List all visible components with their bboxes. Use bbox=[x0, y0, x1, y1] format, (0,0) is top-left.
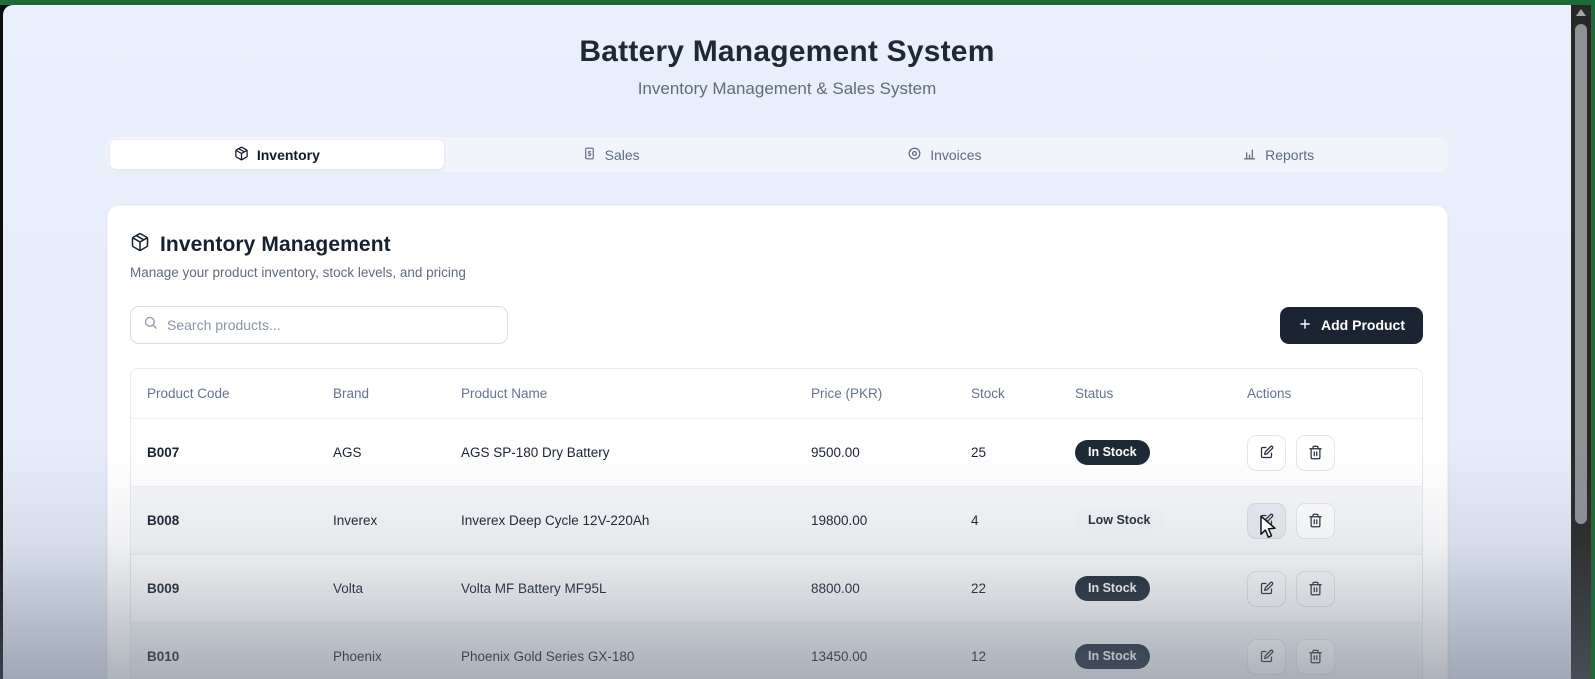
tab-label: Invoices bbox=[930, 146, 982, 163]
cell-product-name: Volta MF Battery MF95L bbox=[461, 581, 607, 596]
status-badge: In Stock bbox=[1075, 576, 1150, 601]
table-row: B010 Phoenix Phoenix Gold Series GX-180 … bbox=[131, 622, 1422, 679]
add-product-label: Add Product bbox=[1321, 317, 1405, 333]
cell-price: 8800.00 bbox=[811, 581, 860, 596]
col-status: Status bbox=[1075, 386, 1114, 401]
window-border-top bbox=[0, 0, 1595, 5]
package-icon bbox=[234, 146, 249, 164]
delete-button[interactable] bbox=[1296, 570, 1335, 607]
toolbar: Add Product bbox=[130, 306, 1423, 344]
plus-icon bbox=[1298, 317, 1312, 334]
cell-product-code: B008 bbox=[147, 513, 180, 528]
search-box bbox=[130, 306, 508, 344]
window-border-right bbox=[1591, 0, 1595, 679]
edit-button[interactable] bbox=[1247, 434, 1286, 471]
bar-chart-icon bbox=[1242, 146, 1257, 164]
table-row: B009 Volta Volta MF Battery MF95L 8800.0… bbox=[131, 554, 1422, 622]
tab-inventory[interactable]: Inventory bbox=[110, 140, 444, 169]
delete-button[interactable] bbox=[1296, 502, 1335, 539]
svg-text:$: $ bbox=[587, 151, 591, 158]
cell-stock: 12 bbox=[971, 649, 987, 664]
search-icon bbox=[143, 315, 158, 335]
col-product-name: Product Name bbox=[461, 386, 548, 401]
col-stock: Stock bbox=[971, 386, 1005, 401]
tab-label: Sales bbox=[604, 146, 640, 163]
inventory-panel: Inventory Management Manage your product… bbox=[107, 205, 1448, 679]
scrollbar-thumb[interactable] bbox=[1575, 24, 1587, 524]
edit-button[interactable] bbox=[1247, 570, 1286, 607]
tab-sales[interactable]: $ Sales bbox=[444, 140, 778, 169]
edit-button[interactable] bbox=[1247, 502, 1286, 539]
page-subtitle: Inventory Management & Sales System bbox=[637, 79, 937, 98]
col-actions: Actions bbox=[1247, 386, 1292, 401]
table-row: B007 AGS AGS SP-180 Dry Battery 9500.00 … bbox=[131, 418, 1422, 486]
scrollbar-up-arrow-icon[interactable] bbox=[1576, 9, 1586, 16]
add-product-button[interactable]: Add Product bbox=[1280, 306, 1423, 344]
col-product-code: Product Code bbox=[147, 386, 230, 401]
status-badge: In Stock bbox=[1075, 644, 1150, 669]
cell-brand: Inverex bbox=[333, 513, 378, 528]
cell-brand: Phoenix bbox=[333, 649, 382, 664]
cell-stock: 22 bbox=[971, 581, 987, 596]
tab-label: Reports bbox=[1265, 146, 1315, 163]
cell-stock: 4 bbox=[971, 513, 979, 528]
invoice-circle-icon bbox=[907, 146, 922, 164]
cell-price: 19800.00 bbox=[811, 513, 868, 528]
table-row: B008 Inverex Inverex Deep Cycle 12V-220A… bbox=[131, 486, 1422, 554]
page-title: Battery Management System bbox=[579, 35, 995, 68]
cell-product-name: AGS SP-180 Dry Battery bbox=[461, 445, 610, 460]
delete-button[interactable] bbox=[1296, 638, 1335, 675]
cell-product-code: B009 bbox=[147, 581, 180, 596]
panel-title: Inventory Management bbox=[160, 232, 391, 256]
package-icon bbox=[130, 232, 150, 257]
status-badge: Low Stock bbox=[1075, 508, 1164, 533]
delete-button[interactable] bbox=[1296, 434, 1335, 471]
cell-product-code: B010 bbox=[147, 649, 180, 664]
col-price: Price (PKR) bbox=[811, 386, 883, 401]
tab-label: Inventory bbox=[256, 146, 320, 163]
status-badge: In Stock bbox=[1075, 440, 1150, 465]
cell-stock: 25 bbox=[971, 445, 987, 460]
edit-button[interactable] bbox=[1247, 638, 1286, 675]
tab-invoices[interactable]: Invoices bbox=[778, 140, 1112, 169]
cell-product-code: B007 bbox=[147, 445, 180, 460]
cell-product-name: Phoenix Gold Series GX-180 bbox=[461, 649, 635, 664]
banknote-icon: $ bbox=[582, 146, 597, 164]
col-brand: Brand bbox=[333, 386, 370, 401]
app-header: Battery Management System Inventory Mana… bbox=[3, 5, 1571, 99]
products-table: Product Code Brand Product Name Price (P… bbox=[130, 368, 1423, 679]
panel-subtitle: Manage your product inventory, stock lev… bbox=[130, 265, 466, 280]
cell-price: 9500.00 bbox=[811, 445, 860, 460]
tab-bar: Inventory $ Sales Invoices Reports bbox=[107, 137, 1448, 172]
cell-price: 13450.00 bbox=[811, 649, 868, 664]
cell-brand: Volta bbox=[333, 581, 364, 596]
cell-brand: AGS bbox=[333, 445, 362, 460]
tab-reports[interactable]: Reports bbox=[1111, 140, 1445, 169]
cell-product-name: Inverex Deep Cycle 12V-220Ah bbox=[461, 513, 650, 528]
search-products-input[interactable] bbox=[167, 317, 495, 333]
table-header-row: Product Code Brand Product Name Price (P… bbox=[131, 369, 1422, 418]
page-viewport: Battery Management System Inventory Mana… bbox=[3, 5, 1571, 679]
